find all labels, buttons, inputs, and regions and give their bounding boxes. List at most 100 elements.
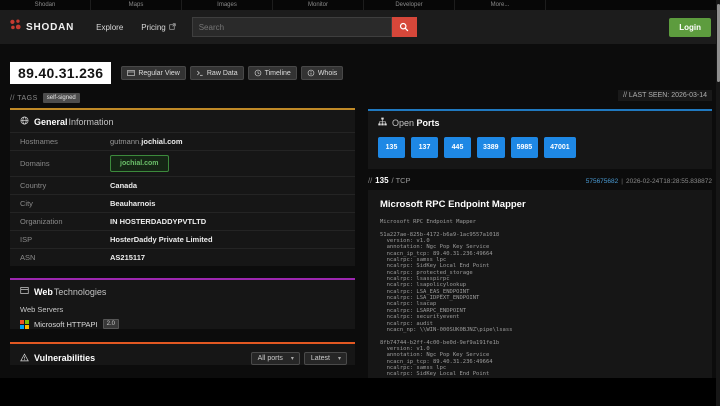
info-label: Hostnames [20,137,110,146]
history-icon [254,69,262,77]
port-badge[interactable]: 5985 [511,137,539,158]
section-subtitle: Information [69,117,114,127]
whois-button[interactable]: Whois [301,66,343,80]
sort-filter-select[interactable]: Latest▾ [304,352,347,365]
tag-badge[interactable]: self-signed [43,93,80,103]
webtech-list: Microsoft HTTPAPI 2.0 [10,319,355,329]
port-badge[interactable]: 47001 [544,137,575,158]
webtech-name: Microsoft HTTPAPI [34,320,98,329]
main-header: SHODAN Explore Pricing Login [0,10,720,44]
port-badge[interactable]: 3389 [477,137,505,158]
ports-filter-select[interactable]: All ports▾ [251,352,300,365]
browser-icon [20,286,29,297]
topnav-link-more[interactable]: More... [455,0,546,10]
service-banner-text: Microsoft RPC Endpoint Mapper 51a227ae-8… [380,219,700,378]
info-row-domains: Domainsjochial.com [10,150,355,176]
section-subtitle: Open [392,118,414,128]
service-product-title: Microsoft RPC Endpoint Mapper [380,199,700,210]
domain-badge[interactable]: jochial.com [110,155,169,172]
port-badge[interactable]: 137 [411,137,438,158]
tags-row: // TAGS self-signed [10,93,355,103]
hostname-part: gutmann. [110,137,141,146]
search-button[interactable] [392,17,417,37]
info-label: City [20,199,110,208]
vulnerabilities-header: Vulnerabilities All ports▾ Latest▾ [10,344,355,365]
microsoft-icon [20,320,29,329]
info-row-city: CityBeauharnois [10,194,355,212]
search-icon [399,20,409,35]
info-value: Beauharnois [110,199,155,208]
info-row-hostnames: Hostnamesgutmann.jochial.com [10,132,355,150]
general-info-table: Hostnamesgutmann.jochial.comDomainsjochi… [10,132,355,266]
service-timestamp: 2026-02-24T18:28:55.838872 [626,178,712,185]
globe-icon [20,116,29,127]
section-title: Web [34,287,53,297]
right-column: // LAST SEEN: 2026-03-14 Open Ports 1351… [368,62,712,378]
external-link-icon [169,23,176,32]
topnav-link-developer[interactable]: Developer [364,0,455,10]
section-title: Vulnerabilities [34,353,95,363]
topnav-link-shodan[interactable]: Shodan [0,0,91,10]
info-label: Domains [20,159,110,168]
info-label: ISP [20,235,110,244]
web-technologies-header: WebTechnologies [10,280,355,302]
nav-pricing[interactable]: Pricing [141,23,175,32]
info-value: jochial.com [110,155,169,172]
info-value: IN HOSTERDADDYPVTLTD [110,217,206,226]
last-seen-label: // LAST SEEN: 2026-03-14 [618,90,712,101]
shodan-logo-icon [9,18,22,36]
search-input[interactable] [192,17,392,37]
last-seen-row: // LAST SEEN: 2026-03-14 [368,84,712,102]
warning-icon [20,349,29,365]
open-ports-card: Open Ports 135 137 445 3389 598547001 [368,109,712,169]
version-badge: 2.0 [103,319,119,329]
info-row-country: CountryCanada [10,176,355,194]
raw-data-label: Raw Data [207,70,238,77]
regular-view-button[interactable]: Regular View [121,66,186,80]
vulnerabilities-card: Vulnerabilities All ports▾ Latest▾ [10,342,355,365]
topnav-link-images[interactable]: Images [182,0,273,10]
scrollbar-thumb[interactable] [717,4,720,82]
terminal-icon [196,69,204,77]
service-port: 135 [375,176,388,185]
info-label: Organization [20,217,110,226]
section-title: Ports [417,118,440,128]
info-row-organization: OrganizationIN HOSTERDADDYPVTLTD [10,212,355,230]
shodan-logo[interactable]: SHODAN [9,18,74,36]
crawl-id-link[interactable]: 575675682 [586,178,619,185]
port-badge[interactable]: 445 [444,137,471,158]
service-banner-card: Microsoft RPC Endpoint Mapper Microsoft … [368,190,712,378]
timeline-label: Timeline [265,70,291,77]
chevron-down-icon: ▾ [338,355,341,362]
info-value: Canada [110,181,137,190]
info-row-isp: ISPHosterDaddy Private Limited [10,230,355,248]
tags-label: // TAGS [10,95,38,102]
ports-badges: 135 137 445 3389 598547001 [368,133,712,169]
regular-view-label: Regular View [138,70,180,77]
info-icon [307,69,315,77]
timeline-button[interactable]: Timeline [248,66,297,80]
brand-text: SHODAN [26,22,74,33]
ip-row: 89.40.31.236 Regular View Raw Data Timelin… [10,62,355,84]
info-label: Country [20,181,110,190]
ip-address: 89.40.31.236 [10,62,111,84]
info-label: ASN [20,253,110,262]
topnav-link-maps[interactable]: Maps [91,0,182,10]
web-servers-label: Web Servers [20,305,345,314]
section-title: General [34,117,68,127]
chevron-down-icon: ▾ [291,355,294,362]
whois-label: Whois [318,70,337,77]
network-icon [378,117,387,128]
raw-data-button[interactable]: Raw Data [190,66,244,80]
info-value: HosterDaddy Private Limited [110,235,213,244]
webtech-item[interactable]: Microsoft HTTPAPI 2.0 [20,319,345,329]
tags-list: self-signed [38,93,80,103]
pricing-label: Pricing [141,23,165,32]
topnav-link-monitor[interactable]: Monitor [273,0,364,10]
port-badge[interactable]: 135 [378,137,405,158]
nav-explore[interactable]: Explore [96,23,123,32]
meta-separator: | [621,178,623,185]
search-box [192,17,417,37]
web-technologies-card: WebTechnologies Web Servers Microsoft HT… [10,278,355,329]
login-button[interactable]: Login [669,18,711,37]
